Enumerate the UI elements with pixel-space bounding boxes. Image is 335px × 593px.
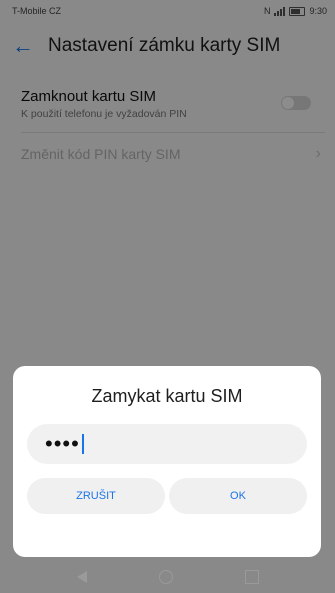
screen: T-Mobile CZ N 9:30 ← Nastavení zámku kar… <box>0 0 335 593</box>
navigation-bar <box>0 560 335 593</box>
nav-recents-icon[interactable] <box>244 569 259 584</box>
ok-button[interactable]: OK <box>169 478 307 514</box>
nav-home-icon[interactable] <box>158 569 173 584</box>
cancel-button[interactable]: ZRUŠIT <box>27 478 165 514</box>
pin-value: •••• <box>45 431 80 456</box>
pin-input[interactable]: •••• <box>27 424 307 464</box>
text-caret <box>81 434 84 454</box>
dialog-title: Zamykat kartu SIM <box>91 386 243 406</box>
nav-back-icon[interactable] <box>76 570 87 583</box>
lock-sim-dialog: Zamykat kartu SIM •••• ZRUŠIT OK <box>13 366 321 557</box>
